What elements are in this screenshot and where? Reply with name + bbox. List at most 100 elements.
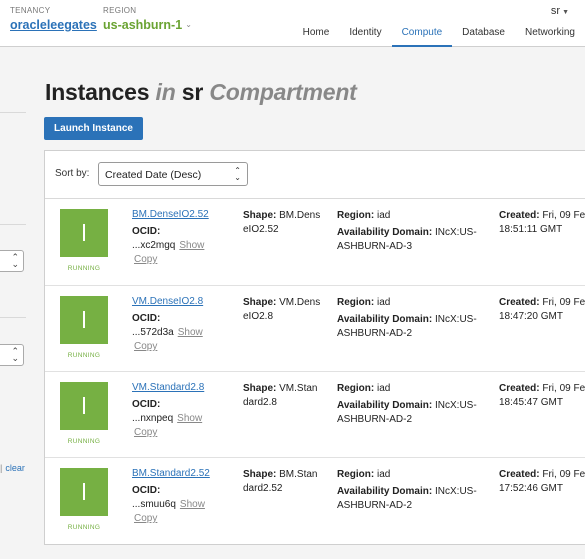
ocid-value: ...xc2mgq Show [132,240,204,251]
sort-selected-value: Created Date (Desc) [105,169,202,181]
created-label: Created: [499,383,540,394]
ocid-suffix: ...572d3a [132,327,174,338]
top-bar: TENANCY oracleleegates REGION us-ashburn… [0,0,585,47]
instance-state: RUNNING [67,265,101,272]
copy-ocid-link[interactable]: Copy [134,427,157,438]
chevron-down-icon: ⌄ [185,20,192,30]
launch-instance-button[interactable]: Launch Instance [44,117,143,140]
clear-link[interactable]: clear [5,463,25,473]
region-field: Region: iad [337,468,390,482]
title-in: in [155,79,176,105]
ocid-value: ...572d3a Show [132,327,203,338]
filter-select[interactable]: ⌃ ⌄ [0,250,24,272]
show-ocid-link[interactable]: Show [178,327,203,338]
instance-state: RUNNING [67,352,101,359]
filter-sidebar: ⌃ ⌄ ⌃ ⌄ | clear [0,47,28,559]
clear-filters: | clear [0,463,25,473]
ocid-label: OCID: [132,226,161,237]
tenancy-block: TENANCY oracleleegates [10,6,97,32]
running-glyph [83,311,85,328]
show-ocid-link[interactable]: Show [179,240,204,251]
region-field: Region: iad [337,209,390,223]
created-label: Created: [499,297,540,308]
region-field-label: Region: [337,210,375,221]
instance-name-link[interactable]: VM.Standard2.8 [132,382,204,393]
user-menu[interactable]: sr ▼ [551,5,569,17]
instance-state: RUNNING [67,524,101,531]
instance-state-icon [60,296,108,344]
tenancy-link[interactable]: oracleleegates [10,18,97,32]
instance-state-icon [60,382,108,430]
shape-field: Shape: VM.DenseIO2.8 [243,296,323,324]
shape-label: Shape: [243,383,277,394]
availability-domain-field: Availability Domain: INcX:US-ASHBURN-AD-… [337,226,477,254]
ocid-label: OCID: [132,399,161,410]
ocid-suffix: ...xc2mgq [132,240,176,251]
availability-domain-field: Availability Domain: INcX:US-ASHBURN-AD-… [337,485,477,513]
running-glyph [83,224,85,241]
instance-row: RUNNING VM.DenseIO2.8 OCID: ...572d3a Sho… [45,285,585,371]
shape-field: Shape: BM.DenseIO2.52 [243,209,323,237]
region-field: Region: iad [337,296,390,310]
created-field: Created: Fri, 09 Feb 17:52:46 GMT [499,468,585,496]
instance-name-link[interactable]: VM.DenseIO2.8 [132,296,203,307]
created-field: Created: Fri, 09 Feb 18:51:11 GMT [499,209,585,237]
copy-ocid-link[interactable]: Copy [134,341,157,352]
nav-tab-networking[interactable]: Networking [515,22,585,47]
ocid-label: OCID: [132,313,161,324]
sort-select[interactable]: Created Date (Desc) ⌃ ⌄ [98,162,248,186]
ad-label: Availability Domain: [337,400,433,411]
region-field: Region: iad [337,382,390,396]
ocid-suffix: ...nxnpeq [132,413,174,424]
region-name: us-ashburn-1 [103,18,183,32]
divider [0,112,26,113]
ocid-value: ...nxnpeq Show [132,413,202,424]
ocid-value: ...smuu6q Show [132,499,205,510]
compartment-name: sr [181,79,204,105]
filter-select[interactable]: ⌃ ⌄ [0,344,24,366]
divider [0,224,26,225]
region-label: REGION [103,6,137,15]
running-glyph [83,397,85,414]
divider [0,317,26,318]
copy-ocid-link[interactable]: Copy [134,513,157,524]
instance-row: RUNNING VM.Standard2.8 OCID: ...nxnpeq Sh… [45,371,585,457]
ad-label: Availability Domain: [337,314,433,325]
instance-name-link[interactable]: BM.Standard2.52 [132,468,210,479]
caret-down-icon: ▼ [562,9,569,16]
region-value: iad [377,297,391,308]
main-nav: Home Identity Compute Database Networkin… [293,22,585,47]
instance-state-icon [60,209,108,257]
instance-row: RUNNING BM.DenseIO2.52 OCID: ...xc2mgq Sh… [45,199,585,285]
shape-field: Shape: BM.Standard2.52 [243,468,323,496]
ad-label: Availability Domain: [337,227,433,238]
region-selector[interactable]: us-ashburn-1 ⌄ [103,16,192,33]
region-field-label: Region: [337,297,375,308]
ad-label: Availability Domain: [337,486,433,497]
created-label: Created: [499,210,540,221]
ocid-label: OCID: [132,485,161,496]
region-block: REGION us-ashburn-1 ⌄ [103,6,192,34]
nav-tab-identity[interactable]: Identity [339,22,391,47]
instance-state: RUNNING [67,438,101,445]
nav-tab-compute[interactable]: Compute [391,22,453,47]
availability-domain-field: Availability Domain: INcX:US-ASHBURN-AD-… [337,313,477,341]
sort-label: Sort by: [55,168,90,179]
select-arrows-icon: ⌃ ⌄ [234,166,241,182]
nav-tab-database[interactable]: Database [452,22,515,47]
region-value: iad [377,383,391,394]
show-ocid-link[interactable]: Show [180,499,205,510]
instance-state-icon [60,468,108,516]
region-field-label: Region: [337,469,375,480]
availability-domain-field: Availability Domain: INcX:US-ASHBURN-AD-… [337,399,477,427]
copy-ocid-link[interactable]: Copy [134,254,157,265]
title-main: Instances [45,79,150,105]
nav-tab-home[interactable]: Home [293,22,340,47]
region-value: iad [377,469,391,480]
shape-label: Shape: [243,469,277,480]
show-ocid-link[interactable]: Show [177,413,202,424]
instance-name-link[interactable]: BM.DenseIO2.52 [132,209,209,220]
region-value: iad [377,210,391,221]
ocid-suffix: ...smuu6q [132,499,176,510]
shape-field: Shape: VM.Standard2.8 [243,382,323,410]
